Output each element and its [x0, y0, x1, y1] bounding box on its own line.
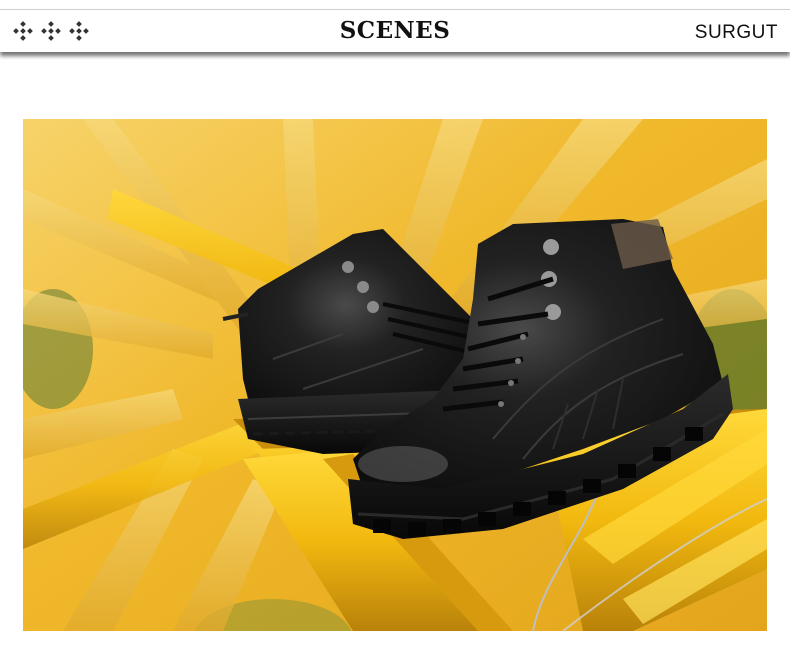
section-title: SCENES — [339, 17, 451, 44]
section-header-banner: SCENES SURGUT — [0, 9, 790, 52]
brand-name: SURGUT — [694, 22, 778, 43]
black-leather-boots-photo — [23, 119, 767, 631]
product-scene-photo — [23, 119, 767, 631]
